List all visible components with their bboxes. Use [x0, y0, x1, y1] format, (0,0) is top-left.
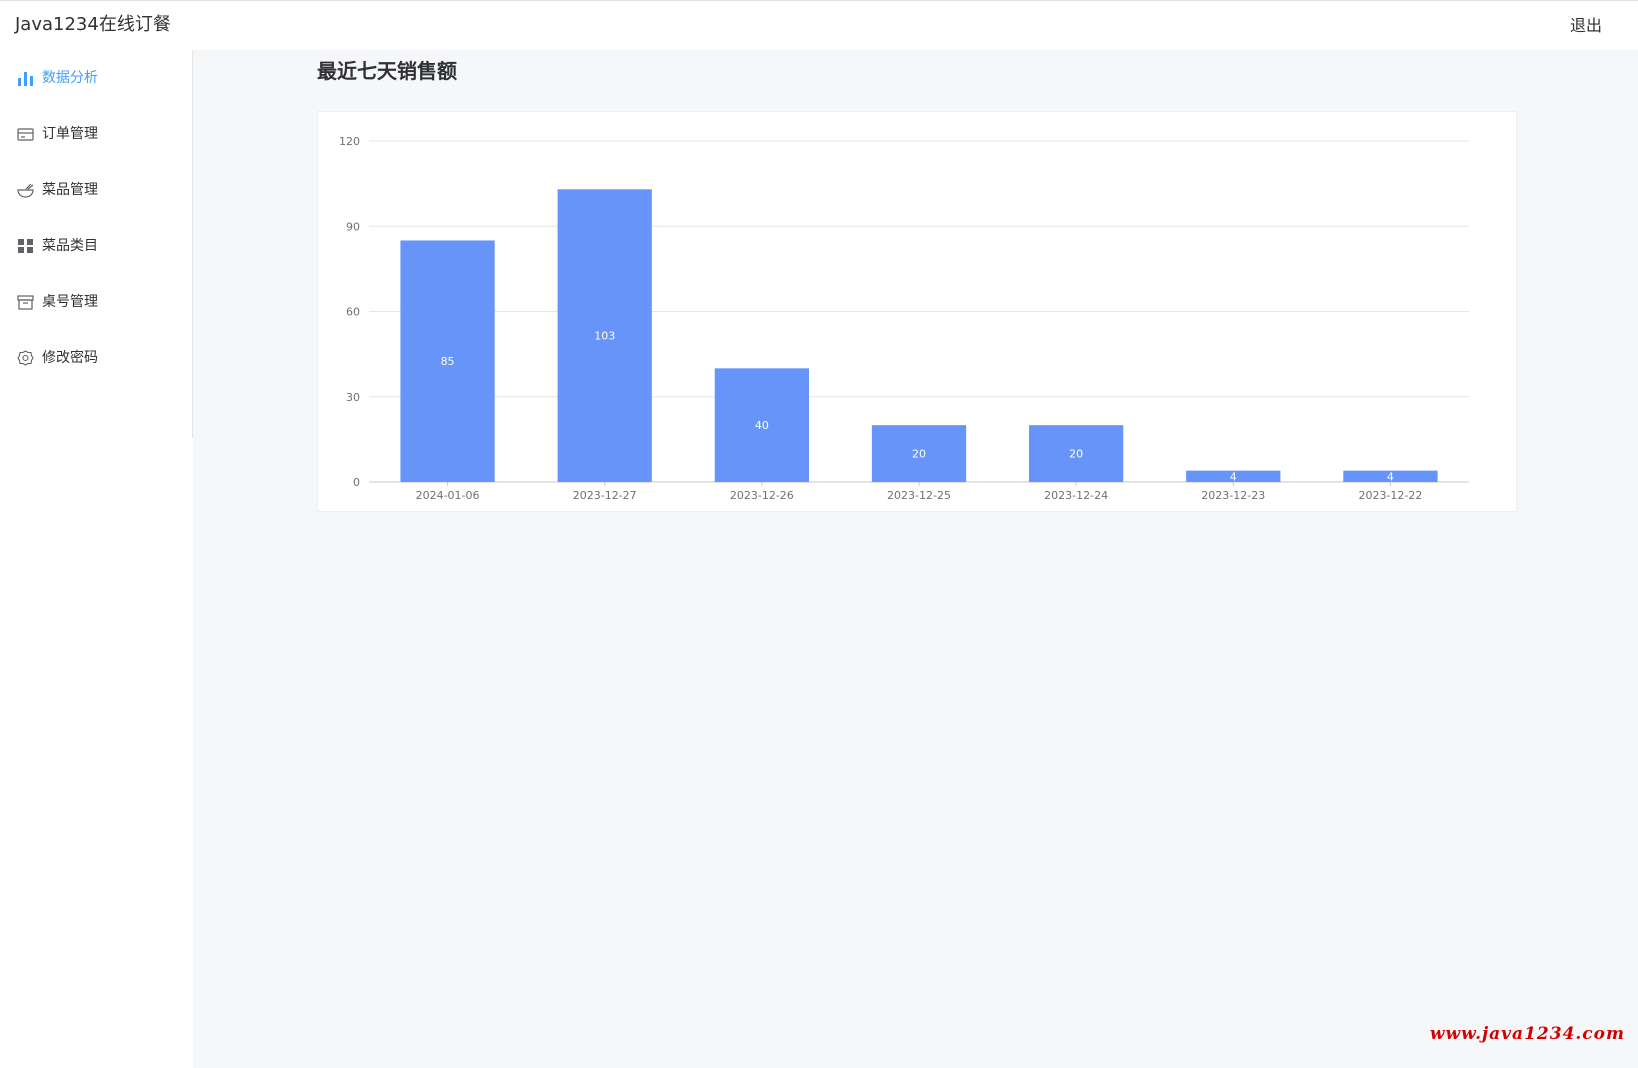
- watermark: www.java1234.com: [1429, 1024, 1625, 1044]
- sales-chart-card: 0 30 60 90 120 2024-01-06 85 2023-12-27 103 2023-…: [317, 111, 1517, 512]
- sidebar-item-label: 菜品类目: [42, 238, 98, 254]
- x-tick-label: 2023-12-27: [573, 489, 637, 502]
- gear-icon: [17, 350, 34, 366]
- page-title: 最近七天销售额: [317, 59, 457, 83]
- x-tick-label: 2023-12-25: [887, 489, 951, 502]
- bar-data-label: 4: [1387, 470, 1394, 483]
- x-tick-label: 2023-12-26: [730, 489, 794, 502]
- sidebar: 数据分析 订单管理 菜品管理 菜品类目 桌号管理 修改密码: [0, 50, 192, 1068]
- sidebar-item-dish-management[interactable]: 菜品管理: [0, 162, 192, 218]
- bar-data-label: 20: [1069, 448, 1083, 461]
- bar-data-label: 20: [912, 448, 926, 461]
- bar-chart-icon: [17, 70, 34, 86]
- y-tick-label: 60: [346, 306, 360, 319]
- sidebar-item-label: 菜品管理: [42, 182, 98, 198]
- bar-data-label: 4: [1230, 470, 1237, 483]
- x-tick-label: 2023-12-24: [1044, 489, 1108, 502]
- sidebar-item-label: 桌号管理: [42, 294, 98, 310]
- app-title: Java1234在线订餐: [15, 14, 171, 35]
- y-tick-label: 90: [346, 220, 360, 233]
- x-tick-label: 2023-12-23: [1201, 489, 1265, 502]
- card-icon: [17, 126, 34, 142]
- grid-icon: [17, 238, 34, 254]
- top-bar: Java1234在线订餐 退出: [0, 0, 1638, 50]
- sidebar-item-change-password[interactable]: 修改密码: [0, 330, 192, 386]
- box-icon: [17, 294, 34, 310]
- bar-data-label: 85: [441, 355, 455, 368]
- bar-data-label: 40: [755, 419, 769, 432]
- x-tick-label: 2024-01-06: [416, 489, 480, 502]
- sidebar-item-label: 数据分析: [42, 70, 98, 86]
- sidebar-item-table-management[interactable]: 桌号管理: [0, 274, 192, 330]
- sales-bar-chart: 0 30 60 90 120 2024-01-06 85 2023-12-27 103 2023-…: [339, 135, 1469, 502]
- sidebar-item-label: 订单管理: [42, 126, 98, 142]
- bowl-icon: [17, 182, 34, 198]
- sidebar-item-order-management[interactable]: 订单管理: [0, 106, 192, 162]
- bar-data-label: 103: [594, 330, 615, 343]
- y-tick-label: 30: [346, 391, 360, 404]
- sidebar-item-dish-category[interactable]: 菜品类目: [0, 218, 192, 274]
- logout-button[interactable]: 退出: [1570, 15, 1602, 37]
- sidebar-item-label: 修改密码: [42, 350, 98, 366]
- y-tick-label: 120: [339, 135, 360, 148]
- x-tick-label: 2023-12-22: [1358, 489, 1422, 502]
- sidebar-item-data-analysis[interactable]: 数据分析: [0, 50, 192, 106]
- y-tick-label: 0: [353, 476, 360, 489]
